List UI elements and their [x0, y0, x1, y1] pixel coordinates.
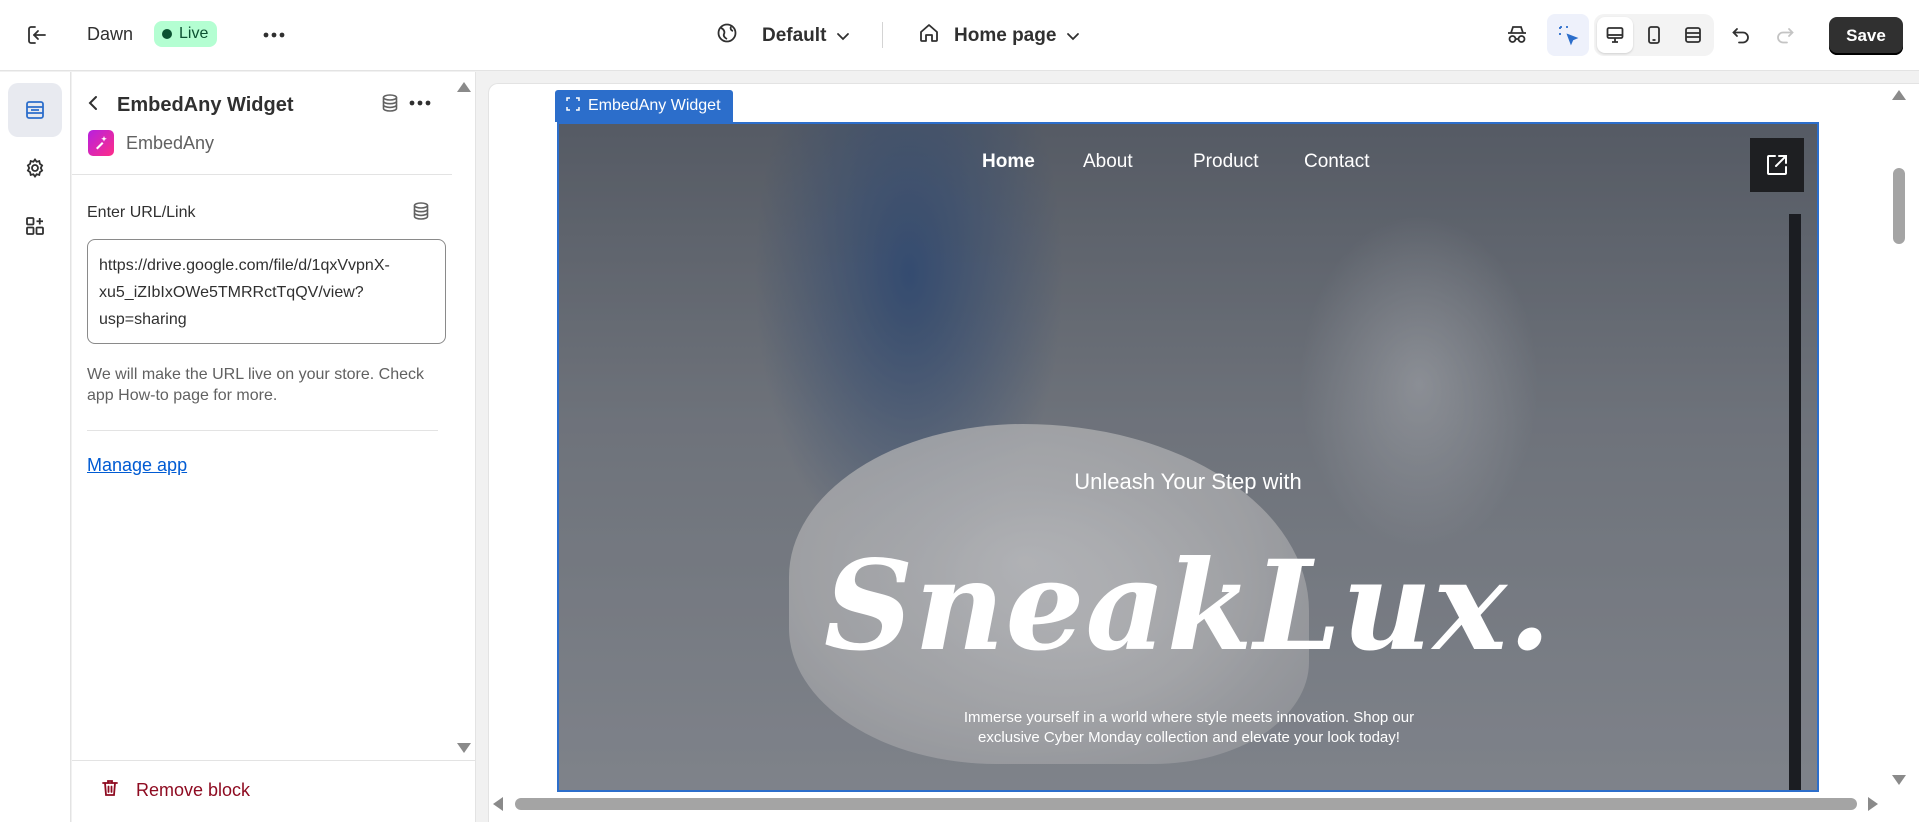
nav-product[interactable]: Product	[1193, 151, 1258, 173]
selected-block-tag[interactable]: EmbedAny Widget	[555, 90, 733, 122]
more-horizontal-icon[interactable]	[256, 17, 292, 53]
trash-icon	[100, 778, 120, 803]
chevron-down-icon	[1066, 25, 1080, 47]
scroll-left-arrow-icon[interactable]	[493, 797, 503, 811]
globe-icon	[716, 22, 738, 49]
left-rail	[0, 72, 71, 822]
embedded-site-hero[interactable]: Home About Product Contact Unleash Your …	[557, 122, 1819, 792]
scroll-down-arrow-icon[interactable]	[457, 743, 471, 753]
save-button[interactable]: Save	[1829, 17, 1903, 55]
scroll-up-arrow-icon[interactable]	[1892, 90, 1906, 100]
hero-subtitle: Unleash Your Step with	[1074, 469, 1302, 494]
nav-about[interactable]: About	[1083, 151, 1133, 173]
top-bar: Dawn Live Default Home page Save	[0, 0, 1919, 71]
device-toggle-group	[1594, 14, 1714, 56]
scroll-up-arrow-icon[interactable]	[457, 82, 471, 92]
hero-title: SneakLux.	[823, 534, 1553, 679]
chevron-down-icon	[836, 25, 850, 47]
hero-overlay	[559, 124, 1817, 790]
divider	[87, 430, 438, 431]
embedded-nav: Home About Product Contact	[559, 124, 1817, 194]
incognito-icon[interactable]	[1499, 17, 1535, 53]
embedany-logo-icon	[88, 130, 114, 156]
panel-header: EmbedAny Widget EmbedAny	[72, 72, 452, 175]
scroll-down-arrow-icon[interactable]	[1892, 775, 1906, 785]
fullwidth-icon[interactable]	[1675, 17, 1711, 53]
hero-description: Immerse yourself in a world where style …	[963, 709, 1415, 746]
url-field-label: Enter URL/Link	[87, 204, 196, 221]
select-element-icon[interactable]	[1547, 14, 1589, 56]
home-icon	[918, 22, 940, 49]
database-icon[interactable]	[406, 196, 436, 226]
language-select-label: Default	[762, 24, 827, 46]
help-text: We will make the URL live on your store.…	[87, 366, 425, 404]
block-settings-panel: EmbedAny Widget EmbedAny Enter URL/Link …	[72, 72, 476, 822]
language-select[interactable]: Default	[716, 22, 850, 49]
url-input[interactable]: https://drive.google.com/file/d/1qxVvpnX…	[87, 239, 446, 344]
panel-title: EmbedAny Widget	[117, 94, 294, 116]
gear-icon[interactable]	[8, 141, 62, 195]
sections-icon[interactable]	[8, 83, 62, 137]
status-badge-label: Live	[179, 25, 209, 42]
external-link-icon[interactable]	[1750, 138, 1804, 192]
desktop-icon[interactable]	[1597, 17, 1633, 53]
divider	[882, 22, 883, 48]
theme-name: Dawn	[87, 24, 134, 44]
chevron-left-icon[interactable]	[78, 88, 108, 118]
remove-block-button[interactable]: Remove block	[100, 778, 250, 803]
nav-home[interactable]: Home	[982, 151, 1035, 173]
app-attribution: EmbedAny	[88, 130, 214, 156]
apps-icon[interactable]	[8, 199, 62, 253]
redo-icon[interactable]	[1767, 17, 1803, 53]
vertical-scrollbar[interactable]	[1893, 168, 1905, 244]
selected-block-label: EmbedAny Widget	[588, 97, 721, 114]
manage-app-link[interactable]: Manage app	[87, 455, 187, 476]
exit-icon[interactable]	[19, 17, 55, 53]
app-name: EmbedAny	[126, 132, 215, 153]
nav-contact[interactable]: Contact	[1304, 151, 1369, 173]
page-select[interactable]: Home page	[918, 22, 1080, 49]
page-select-label: Home page	[954, 24, 1057, 46]
scroll-right-arrow-icon[interactable]	[1868, 797, 1878, 811]
live-dot-icon	[162, 29, 172, 39]
iframe-edge	[1789, 214, 1801, 790]
remove-block-label: Remove block	[136, 780, 251, 800]
panel-footer: Remove block	[72, 760, 475, 822]
mobile-icon[interactable]	[1636, 17, 1672, 53]
status-badge: Live	[154, 21, 218, 47]
more-horizontal-icon[interactable]	[402, 85, 438, 121]
undo-icon[interactable]	[1723, 17, 1759, 53]
selection-frame-icon	[566, 96, 580, 116]
horizontal-scrollbar[interactable]	[515, 798, 1857, 810]
